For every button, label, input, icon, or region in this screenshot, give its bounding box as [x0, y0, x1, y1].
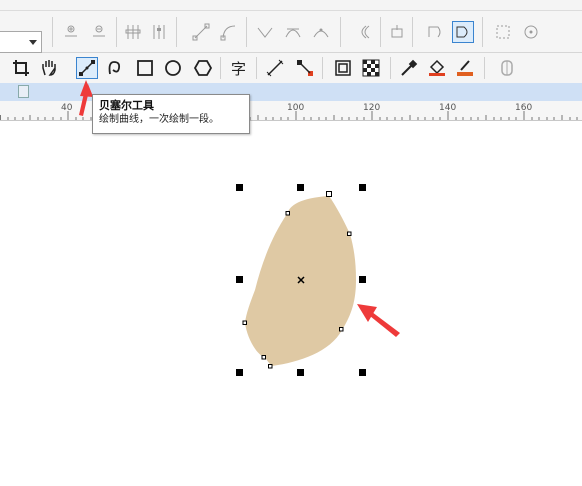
node-add-icon[interactable]: [60, 21, 82, 43]
toolbar-separator: [412, 17, 413, 47]
rotate-nodes-icon[interactable]: [520, 21, 542, 43]
bezier-tool-tooltip: 贝塞尔工具 绘制曲线，一次绘制一段。: [92, 94, 250, 134]
reverse-direction-icon[interactable]: [352, 21, 374, 43]
property-bar: [0, 11, 582, 53]
elastic-mode-icon[interactable]: [492, 21, 514, 43]
toolbar-separator: [176, 17, 177, 47]
drawing-canvas[interactable]: [0, 121, 582, 486]
node-type-dropdown[interactable]: [0, 31, 42, 53]
interactive-fill-icon[interactable]: [426, 57, 448, 79]
pan-tool-icon[interactable]: [38, 57, 60, 79]
drop-shadow-icon[interactable]: [332, 57, 354, 79]
cusp-node-icon[interactable]: [254, 21, 276, 43]
smooth-node-icon[interactable]: [282, 21, 304, 43]
to-curve-icon[interactable]: [218, 21, 240, 43]
svg-text:字: 字: [231, 60, 246, 78]
rectangle-tool-icon[interactable]: [134, 57, 156, 79]
ruler-label: 160: [515, 103, 533, 113]
eyedropper-icon[interactable]: [398, 57, 420, 79]
to-line-icon[interactable]: [190, 21, 212, 43]
polygon-tool-icon[interactable]: [192, 57, 214, 79]
top-strip: [0, 0, 582, 11]
text-tool-icon[interactable]: 字: [228, 57, 250, 79]
outline-pen-icon[interactable]: [496, 57, 518, 79]
toolbar-separator: [322, 57, 323, 79]
break-curve-icon[interactable]: [148, 21, 170, 43]
page-icon[interactable]: [18, 85, 29, 98]
transparency-icon[interactable]: [360, 57, 382, 79]
toolbar-separator: [220, 57, 221, 79]
toolbar-separator: [484, 57, 485, 79]
toolbar-separator: [246, 17, 247, 47]
close-curve-icon[interactable]: [424, 21, 446, 43]
toolbar-separator: [340, 17, 341, 47]
join-nodes-icon[interactable]: [122, 21, 144, 43]
horizontal-ruler[interactable]: 40 100 120 140 160: [0, 101, 582, 121]
ruler-label: 120: [363, 103, 381, 113]
bezier-tool-icon[interactable]: [76, 57, 98, 79]
connector-tool-icon[interactable]: [294, 57, 316, 79]
artistic-media-icon[interactable]: [104, 57, 126, 79]
ruler-label: 40: [61, 103, 73, 113]
ruler-label: 100: [287, 103, 305, 113]
tooltip-description: 绘制曲线，一次绘制一段。: [99, 114, 219, 125]
toolbar-separator: [116, 17, 117, 47]
auto-close-curve-icon[interactable]: [452, 21, 474, 43]
ruler-label: 140: [439, 103, 457, 113]
symmetrical-node-icon[interactable]: [310, 21, 332, 43]
document-tab-bar: [0, 83, 582, 101]
toolbox: 字: [0, 53, 582, 84]
smart-fill-icon[interactable]: [454, 57, 476, 79]
tooltip-title: 贝塞尔工具: [99, 99, 154, 112]
toolbar-separator: [482, 17, 483, 47]
parallel-dimension-icon[interactable]: [264, 57, 286, 79]
toolbar-separator: [390, 57, 391, 79]
chevron-down-icon: [29, 40, 37, 45]
toolbar-separator: [52, 17, 53, 47]
extract-subpath-icon[interactable]: [386, 21, 408, 43]
toolbar-separator: [380, 17, 381, 47]
toolbar-separator: [256, 57, 257, 79]
crop-tool-icon[interactable]: [10, 57, 32, 79]
ellipse-tool-icon[interactable]: [162, 57, 184, 79]
node-delete-icon[interactable]: [88, 21, 110, 43]
